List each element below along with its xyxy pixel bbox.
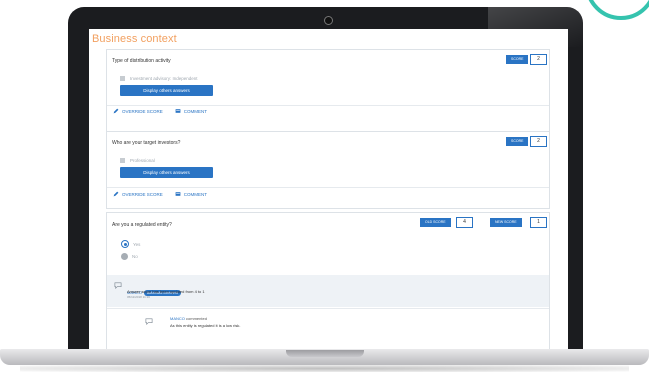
answer-option: Professional <box>120 158 155 163</box>
radio-label: No <box>132 254 138 259</box>
decorative-teal-ring <box>585 0 649 20</box>
question-text: Type of distribution activity <box>112 58 171 64</box>
answer-option-label: Professional <box>130 158 155 163</box>
question-text: Who are your target investors? <box>112 140 181 146</box>
radio-option-no[interactable]: No <box>121 253 138 260</box>
new-score-button[interactable]: NEW SCORE <box>490 218 522 227</box>
checkbox-icon[interactable] <box>120 76 125 81</box>
radio-option-yes[interactable]: Yes <box>121 240 140 248</box>
speech-bubble-icon <box>145 318 153 325</box>
reply-header: MANCO commented <box>170 316 207 321</box>
laptop-base-notch <box>286 350 364 357</box>
comment-author[interactable]: MANCO <box>170 316 185 321</box>
camera-icon <box>324 16 333 25</box>
answer-option: Investment advisory: Independent <box>120 76 198 81</box>
laptop-shadow <box>20 365 629 372</box>
score-button[interactable]: SCORE <box>506 137 529 146</box>
comment-text: Answer score has been updated from 4 to … <box>127 289 205 294</box>
score-button[interactable]: SCORE <box>506 55 529 64</box>
comment-action: commented <box>186 316 207 321</box>
comment-link[interactable]: COMMENT <box>184 109 207 114</box>
card-actions: OVERRIDE SCORE COMMENT <box>113 108 207 114</box>
question-card-regulated-entity: Are you a regulated entity? OLD SCORE 4 … <box>106 212 550 352</box>
override-score-link[interactable]: OVERRIDE SCORE <box>122 109 163 114</box>
divider <box>107 187 549 188</box>
pencil-icon <box>113 108 119 114</box>
old-score-button[interactable]: OLD SCORE <box>420 218 451 227</box>
radio-label: Yes <box>133 241 141 247</box>
question-card-target-investors: Who are your target investors? SCORE 2 P… <box>106 131 550 209</box>
checkbox-icon[interactable] <box>120 158 125 163</box>
question-text: Are you a regulated entity? <box>112 222 172 228</box>
speech-bubble-icon <box>114 282 122 289</box>
comment-icon <box>175 109 181 113</box>
card-actions: OVERRIDE SCORE COMMENT <box>113 191 207 197</box>
divider <box>107 105 549 106</box>
radio-unselected-icon[interactable] <box>121 253 128 260</box>
divider <box>107 308 549 309</box>
automatic-comment-block: MANCO Automatic comment Answer score has … <box>107 275 549 307</box>
new-score-value: 1 <box>530 217 547 228</box>
override-score-link[interactable]: OVERRIDE SCORE <box>122 192 163 197</box>
old-score-value: 4 <box>456 217 473 228</box>
score-value: 2 <box>530 54 547 65</box>
radio-selected-icon[interactable] <box>121 240 129 248</box>
comment-text: As this entity is regulated it is a low … <box>170 323 241 328</box>
comment-date: 05/11/2018 11:16 <box>127 295 150 299</box>
laptop-screen: Business context Type of distribution ac… <box>89 29 568 352</box>
page-title: Business context <box>92 33 177 45</box>
comment-link[interactable]: COMMENT <box>184 192 207 197</box>
score-value: 2 <box>530 136 547 147</box>
comment-icon <box>175 192 181 196</box>
display-others-answers-button[interactable]: Display others answers <box>120 167 213 178</box>
pencil-icon <box>113 191 119 197</box>
display-others-answers-button[interactable]: Display others answers <box>120 85 213 96</box>
answer-option-label: Investment advisory: Independent <box>130 76 198 81</box>
